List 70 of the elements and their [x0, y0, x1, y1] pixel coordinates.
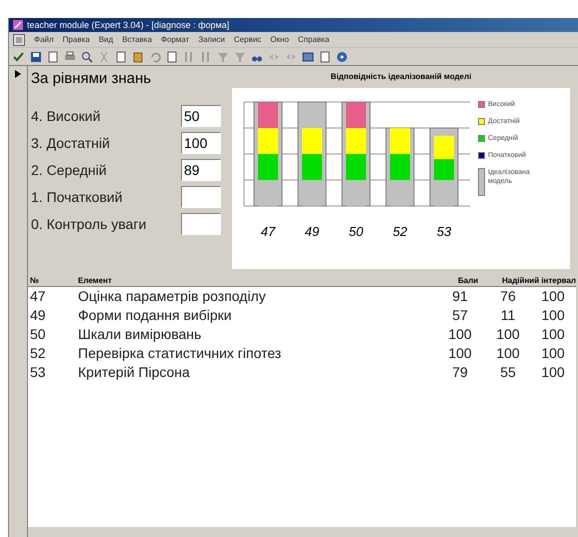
- menu-item[interactable]: Вид: [98, 34, 114, 46]
- column-header: Надійний інтервал: [502, 275, 576, 286]
- table-cell-text: 52: [29, 344, 47, 363]
- table-cell-text: Критерій Пірсона: [78, 363, 191, 382]
- menu-item[interactable]: Сервис: [234, 34, 262, 46]
- page-icon[interactable]: [115, 50, 127, 62]
- app-icon: [13, 20, 23, 30]
- window-icon[interactable]: [302, 50, 314, 62]
- table-cell-text: 11: [500, 306, 516, 325]
- save-icon[interactable]: [30, 50, 42, 62]
- table-cell-text: 100: [495, 344, 521, 363]
- table-cell-text: 100: [540, 344, 566, 363]
- clipboard-icon[interactable]: [132, 50, 144, 62]
- input-field[interactable]: 50: [181, 105, 221, 127]
- table-cell-text: Перевірка статистичних гіпотез: [78, 344, 282, 363]
- magnifier-icon[interactable]: [81, 50, 93, 62]
- printer-icon[interactable]: [64, 50, 76, 62]
- page-icon[interactable]: [166, 50, 178, 62]
- input-field[interactable]: 89: [181, 159, 221, 181]
- page-icon[interactable]: [319, 50, 331, 62]
- section-heading: За рівнями знань: [31, 69, 152, 89]
- menu-item[interactable]: Файл: [34, 34, 54, 46]
- table-cell-text: 100: [540, 363, 566, 382]
- table-cell-text: 50: [29, 325, 47, 344]
- field-label: 2. Середній: [31, 160, 108, 180]
- table-cell-text: 47: [29, 287, 47, 306]
- menu-item[interactable]: Правка: [62, 34, 90, 46]
- table-cell-text: Шкали вимірювань: [78, 325, 202, 344]
- input-field[interactable]: [181, 213, 221, 235]
- table-cell-text: 55: [499, 363, 517, 382]
- field-label: 1. Початковий: [31, 188, 124, 206]
- chart-title: Відповідність ідеалізованій моделі: [330, 71, 472, 83]
- column-header: Елемент: [78, 275, 113, 286]
- table-cell-text: 100: [447, 325, 473, 344]
- table-cell-text: 100: [540, 306, 566, 325]
- table-cell-text: 79: [451, 363, 469, 382]
- column-header: №: [29, 275, 40, 286]
- field-label: 3. Достатній: [31, 134, 111, 153]
- check-icon[interactable]: [13, 50, 25, 62]
- table-cell-text: 100: [447, 344, 473, 363]
- input-field[interactable]: 100: [181, 132, 221, 154]
- window-title: teacher module (Expert 3.04) - [diagnose : форма]: [27, 20, 230, 30]
- table-cell-text: 100: [495, 325, 521, 344]
- axis-label: 47: [260, 224, 276, 239]
- menu-item[interactable]: Окно: [270, 34, 289, 46]
- record-selector-icon[interactable]: [15, 70, 21, 78]
- table-cell-text: 57: [451, 306, 469, 325]
- table-cell-text: Оцінка параметрів розподілу: [78, 287, 267, 306]
- help-icon[interactable]: [336, 50, 348, 62]
- column-header: Бали: [458, 275, 480, 286]
- field-label: 4. Високий: [31, 106, 102, 126]
- table-cell-text: 76: [499, 287, 517, 306]
- input-field[interactable]: [181, 186, 221, 208]
- menu-item[interactable]: Вставка: [122, 34, 152, 46]
- menu-item[interactable]: Справка: [298, 34, 330, 46]
- axis-label: 50: [348, 224, 364, 239]
- menu-item[interactable]: Формат: [160, 34, 190, 46]
- form-icon[interactable]: [13, 34, 25, 46]
- table-cell-text: 100: [540, 325, 566, 344]
- page-icon[interactable]: [47, 50, 59, 62]
- field-label: 0. Контроль уваги: [31, 214, 148, 234]
- table-cell-text: Форми подання вибірки: [78, 306, 233, 325]
- axis-label: 49: [304, 224, 320, 239]
- table-cell-text: 49: [29, 306, 47, 325]
- table-cell-text: 91: [451, 287, 469, 306]
- menu-item[interactable]: Записи: [198, 34, 225, 46]
- table-cell-text: 53: [29, 363, 47, 382]
- table-cell-text: 100: [540, 287, 566, 306]
- axis-label: 52: [392, 224, 408, 239]
- axis-label: 53: [436, 224, 452, 239]
